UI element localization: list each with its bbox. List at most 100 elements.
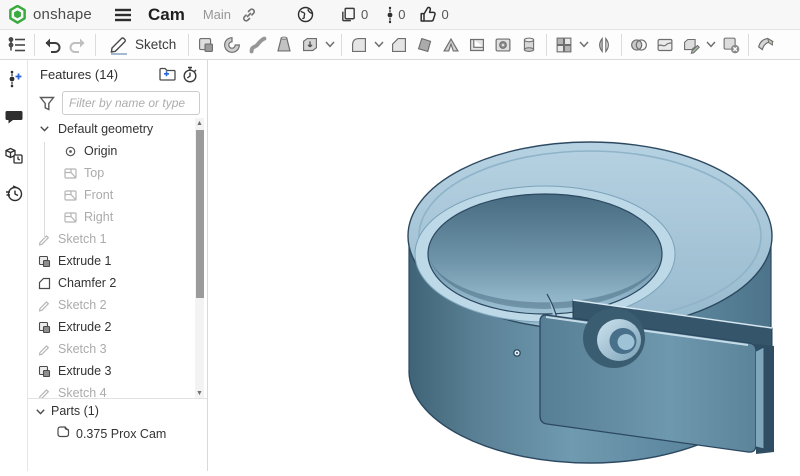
brand-name: onshape: [33, 6, 92, 23]
tree-item-sketch-2[interactable]: Sketch 2: [28, 294, 207, 316]
fillet-icon[interactable]: [346, 32, 372, 58]
tree-item-label: Default geometry: [58, 122, 153, 136]
part-item[interactable]: 0.375 Prox Cam: [28, 422, 207, 445]
tree-item-label: Top: [84, 166, 104, 180]
tree-item-origin[interactable]: Origin: [28, 140, 207, 162]
parts-group-header[interactable]: Parts (1): [28, 399, 207, 422]
copies-count: 0: [361, 7, 368, 22]
features-panel-header: Features (14): [28, 60, 207, 88]
thicken-dropdown-chevron[interactable]: [323, 32, 337, 58]
tree-scrollbar[interactable]: ▲ ▼: [195, 118, 204, 398]
tree-item-label: Extrude 3: [58, 364, 112, 378]
features-panel: Features (14) Default geometry Origin To…: [28, 60, 208, 471]
delete-part-icon[interactable]: [718, 32, 744, 58]
history-icon[interactable]: [3, 182, 25, 204]
tree-item-label: Origin: [84, 144, 117, 158]
copy-workspace-icon[interactable]: [340, 6, 357, 23]
sketch-button[interactable]: Sketch: [100, 32, 184, 58]
versions-icon[interactable]: [386, 6, 394, 24]
split-icon[interactable]: [652, 32, 678, 58]
likes-count: 0: [441, 7, 448, 22]
tree-item-top-plane[interactable]: Top: [28, 162, 207, 184]
extrude-icon: [36, 321, 52, 334]
globe-icon[interactable]: [297, 6, 314, 23]
tree-item-label: Chamfer 2: [58, 276, 116, 290]
tree-item-extrude-2[interactable]: Extrude 2: [28, 316, 207, 338]
tree-item-label: Extrude 1: [58, 254, 112, 268]
chamfer-icon[interactable]: [386, 32, 412, 58]
workspace-name[interactable]: Main: [203, 7, 231, 22]
sketch-icon: [36, 343, 52, 356]
tree-item-extrude-1[interactable]: Extrude 1: [28, 250, 207, 272]
tree-item-sketch-3[interactable]: Sketch 3: [28, 338, 207, 360]
linear-pattern-icon[interactable]: [551, 32, 577, 58]
rib-icon[interactable]: [438, 32, 464, 58]
comments-icon[interactable]: [3, 106, 25, 128]
thumbs-up-icon[interactable]: [419, 6, 437, 23]
transform-dropdown-chevron[interactable]: [704, 32, 718, 58]
sweep-icon[interactable]: [245, 32, 271, 58]
pencil-icon: [108, 35, 130, 55]
chevron-down-icon[interactable]: [36, 126, 52, 132]
fillet-dropdown-chevron[interactable]: [372, 32, 386, 58]
extrude-icon[interactable]: [193, 32, 219, 58]
tree-item-sketch-4[interactable]: Sketch 4: [28, 382, 207, 398]
filter-input[interactable]: [62, 91, 200, 115]
boolean-icon[interactable]: [626, 32, 652, 58]
cube-clock-icon[interactable]: [3, 144, 25, 166]
boss-icon[interactable]: [516, 32, 542, 58]
tree-item-label: Right: [84, 210, 113, 224]
plane-icon: [62, 168, 78, 179]
features-header-title: Features (14): [40, 67, 157, 82]
sheet-metal-icon[interactable]: [753, 32, 779, 58]
thicken-icon[interactable]: [297, 32, 323, 58]
filter-row: [28, 88, 207, 118]
tree-item-label: Sketch 3: [58, 342, 107, 356]
plane-icon: [62, 190, 78, 201]
transform-icon[interactable]: [678, 32, 704, 58]
sketch-button-label: Sketch: [135, 37, 176, 52]
parts-header-label: Parts (1): [51, 404, 99, 418]
pattern-dropdown-chevron[interactable]: [577, 32, 591, 58]
filter-funnel-icon[interactable]: [36, 92, 58, 114]
shell-icon[interactable]: [464, 32, 490, 58]
tree-guide-line: [44, 142, 45, 238]
revolve-icon[interactable]: [219, 32, 245, 58]
hamburger-menu-icon[interactable]: [114, 8, 132, 22]
new-folder-icon[interactable]: [157, 63, 179, 85]
undo-icon[interactable]: [39, 32, 65, 58]
parts-section: Parts (1) 0.375 Prox Cam: [28, 398, 207, 445]
document-side-strip: [0, 60, 28, 471]
scrollbar-thumb[interactable]: [196, 130, 204, 298]
cam-3d-model[interactable]: [208, 60, 800, 471]
feature-toolbar: Sketch: [0, 30, 800, 60]
sketch-icon: [36, 299, 52, 312]
redo-icon[interactable]: [65, 32, 91, 58]
top-bar: onshape Cam Main 0 0 0: [0, 0, 800, 30]
mirror-icon[interactable]: [591, 32, 617, 58]
scroll-down-arrow[interactable]: ▼: [195, 388, 204, 398]
create-version-icon[interactable]: [3, 68, 25, 90]
tree-item-front-plane[interactable]: Front: [28, 184, 207, 206]
feature-tree: Default geometry Origin Top Front Right …: [28, 118, 207, 398]
tree-item-label: Sketch 1: [58, 232, 107, 246]
tree-item-chamfer-2[interactable]: Chamfer 2: [28, 272, 207, 294]
part-item-label: 0.375 Prox Cam: [76, 427, 166, 441]
chevron-down-icon[interactable]: [36, 402, 45, 420]
loft-icon[interactable]: [271, 32, 297, 58]
model-viewport[interactable]: [208, 60, 800, 471]
tree-item-label: Extrude 2: [58, 320, 112, 334]
stopwatch-icon[interactable]: [179, 63, 201, 85]
feature-list-toggle[interactable]: [4, 32, 30, 58]
share-link-icon[interactable]: [241, 7, 257, 23]
hole-icon[interactable]: [490, 32, 516, 58]
draft-icon[interactable]: [412, 32, 438, 58]
part-icon: [56, 425, 70, 443]
versions-count: 0: [398, 7, 405, 22]
tree-group-default-geometry[interactable]: Default geometry: [28, 118, 207, 140]
scroll-up-arrow[interactable]: ▲: [195, 118, 204, 128]
document-title: Cam: [148, 5, 185, 25]
tree-item-right-plane[interactable]: Right: [28, 206, 207, 228]
tree-item-extrude-3[interactable]: Extrude 3: [28, 360, 207, 382]
tree-item-sketch-1[interactable]: Sketch 1: [28, 228, 207, 250]
